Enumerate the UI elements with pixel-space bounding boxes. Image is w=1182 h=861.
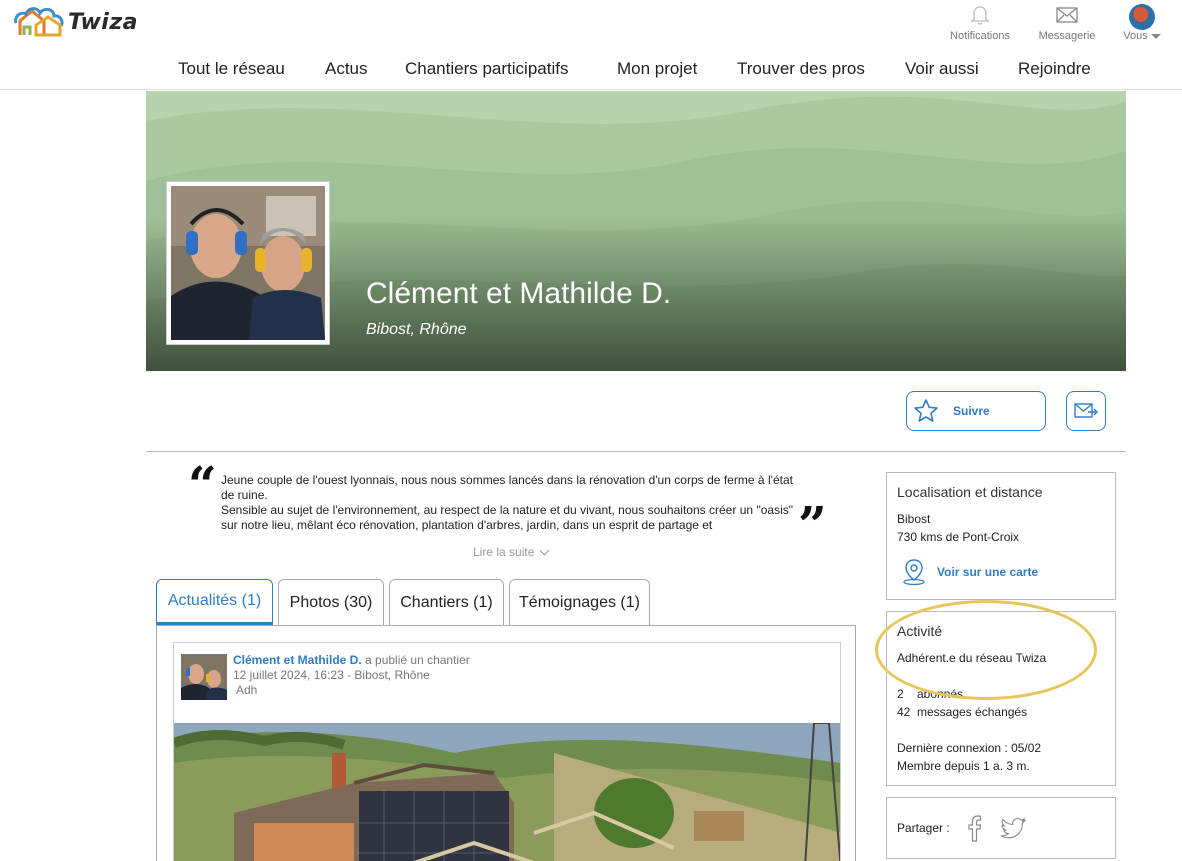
feed-panel: Clément et Mathilde D. a publié un chant… [156,625,856,861]
activity-card: Activité Adhérent.e du réseau Twiza 2 ab… [886,611,1116,786]
post-place: - Bibost, Rhône [343,668,430,682]
nav-item-reseau[interactable]: Tout le réseau [178,59,285,79]
profile-banner: Clément et Mathilde D. Bibost, Rhône [146,91,1126,371]
location-card-title: Localisation et distance [897,484,1043,500]
messages-label: Messagerie [1038,30,1096,42]
you-label: Vous [1123,30,1148,42]
chevron-down-icon [539,545,550,555]
logo-text: Twiza [68,9,138,35]
section-divider [146,451,1126,452]
notifications-label: Notifications [950,30,1010,42]
tab-photos[interactable]: Photos (30) [278,579,384,625]
last-login: Dernière connexion : 05/02 [897,741,1042,755]
close-quote-icon: ” [798,495,827,554]
profile-photo[interactable] [166,181,330,345]
envelope-arrow-icon [1074,403,1098,418]
user-avatar [1129,4,1155,30]
share-card: Partager : [886,797,1116,859]
location-distance: 730 kms de Pont-Croix [897,530,1020,544]
profile-name: Clément et Mathilde D. [366,277,672,310]
send-message-button[interactable] [1066,391,1106,431]
tab-temoignages[interactable]: Témoignages (1) [509,579,650,625]
location-card: Localisation et distance Bibost 730 kms … [886,472,1116,600]
map-pin-icon [903,559,925,586]
house-logo-icon [14,7,64,37]
post-image[interactable] [174,723,841,861]
user-toolbar: Notifications Messagerie Vous [940,4,1170,44]
feed-post[interactable]: Clément et Mathilde D. a publié un chant… [173,642,841,861]
post-date: 12 juillet 2024, 16:23 [233,668,344,682]
description-paragraph-2: Sensible au sujet de l'environnement, au… [221,503,793,532]
open-quote-icon: “ [188,455,217,514]
nav-item-trouver-pros[interactable]: Trouver des pros [737,59,865,79]
messages-count: 42 messages échangés [897,705,1028,719]
post-header: Clément et Mathilde D. a publié un chant… [233,653,470,698]
post-author-link[interactable]: Clément et Mathilde D. [233,653,362,667]
follow-button[interactable]: Suivre [906,391,1046,431]
read-more-label: Lire la suite [473,545,535,559]
post-action: a publié un chantier [361,653,470,667]
post-tag: Adh [236,683,258,697]
messages-button[interactable]: Messagerie [1034,4,1100,42]
subscribers-count: 2 abonnés [897,687,964,701]
nav-item-actus[interactable]: Actus [325,59,368,79]
post-author-avatar[interactable] [181,654,227,700]
tab-actualites[interactable]: Actualités (1) [156,579,273,625]
share-label: Partager : [897,821,950,835]
follow-button-label: Suivre [953,404,990,418]
member-since: Membre depuis 1 a. 3 m. [897,759,1030,773]
twiza-logo[interactable]: Twiza [14,5,138,39]
map-link-label: Voir sur une carte [937,565,1039,579]
map-link[interactable]: Voir sur une carte [901,558,1105,586]
profile-location: Bibost, Rhône [366,321,467,338]
location-city: Bibost [897,512,931,526]
post-avatar-image [181,654,227,700]
twitter-icon[interactable] [1000,815,1028,841]
profile-photo-image [171,186,325,340]
star-icon [914,399,938,422]
description-paragraph-1: Jeune couple de l'ouest lyonnais, nous n… [221,473,793,502]
nav-item-mon-projet[interactable]: Mon projet [617,59,697,79]
caret-down-icon [1150,33,1161,39]
nav-item-chantiers[interactable]: Chantiers participatifs [405,59,568,79]
activity-card-title: Activité [897,623,943,639]
nav-item-voir-aussi[interactable]: Voir aussi [905,59,979,79]
read-more-link[interactable]: Lire la suite [473,545,550,559]
main-navigation: Tout le réseau Actus Chantiers participa… [0,56,1182,90]
notifications-button[interactable]: Notifications [946,4,1014,42]
member-status: Adhérent.e du réseau Twiza [897,651,1047,665]
facebook-icon[interactable] [964,813,986,843]
nav-item-rejoindre[interactable]: Rejoindre [1018,59,1091,79]
account-menu[interactable]: Vous [1118,4,1166,42]
tab-chantiers[interactable]: Chantiers (1) [389,579,504,625]
envelope-icon [1056,7,1078,23]
bell-icon [970,6,990,25]
profile-description: Jeune couple de l'ouest lyonnais, nous n… [221,473,793,533]
